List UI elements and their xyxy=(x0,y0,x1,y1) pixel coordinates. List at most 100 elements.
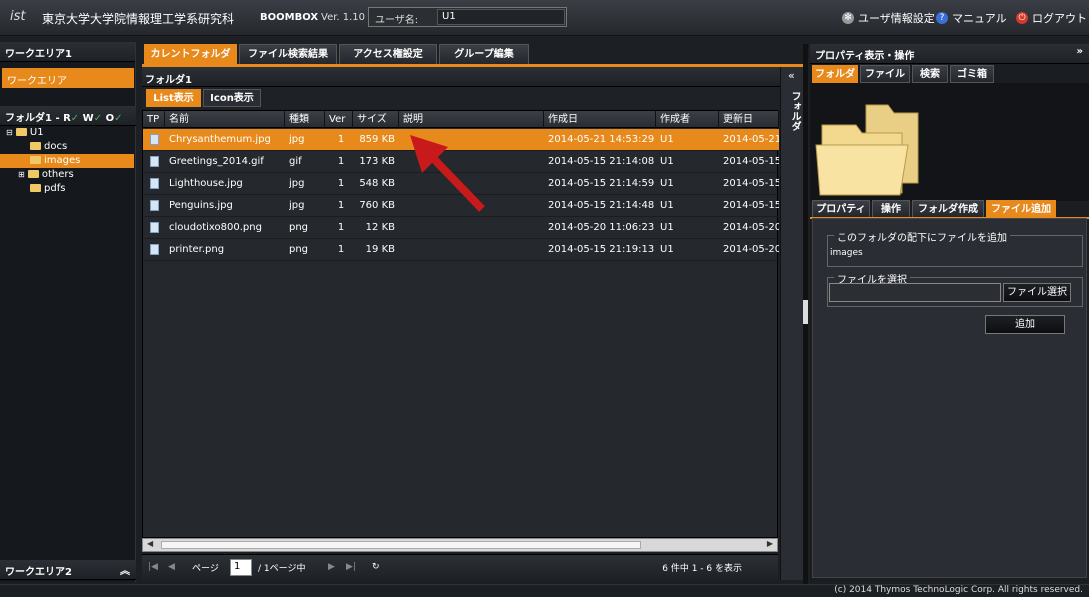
tab-trash[interactable]: ゴミ箱 xyxy=(950,65,994,83)
tree-item-docs[interactable]: docs xyxy=(0,140,134,154)
user-label: ユーザ名: xyxy=(375,15,419,26)
table-row[interactable]: printer.png png 1 19 KB 2014-05-15 21:19:13 U… xyxy=(143,239,779,261)
cell-created: 2014-05-15 21:14:08 xyxy=(548,156,655,167)
cell-name: Penguins.jpg xyxy=(169,200,233,211)
vertical-folder-label: フォルダ xyxy=(789,91,800,131)
cell-name: Chrysanthemum.jpg xyxy=(169,134,271,145)
collapse-right-icon[interactable]: » xyxy=(1077,46,1083,57)
copyright: (c) 2014 Thymos TechnoLogic Corp. All ri… xyxy=(834,585,1083,595)
tab-operations[interactable]: 操作 xyxy=(872,200,910,218)
tree-item-label: others xyxy=(41,169,74,180)
next-page-icon[interactable]: ▶ xyxy=(328,562,335,572)
tab-folder[interactable]: フォルダ xyxy=(812,65,858,83)
folder-title: フォルダ1 xyxy=(145,75,192,86)
user-name-field: U1 xyxy=(437,9,565,25)
col-tp[interactable]: TP xyxy=(143,111,165,128)
page-label: ページ xyxy=(192,564,219,574)
tab-access-rights[interactable]: アクセス権設定 xyxy=(339,44,437,64)
logout-label: ログアウト xyxy=(1032,12,1087,25)
collapse-icon[interactable]: ⊟ xyxy=(6,128,13,137)
scroll-right-icon[interactable]: ▶ xyxy=(767,539,773,548)
cell-updated: 2014-05-21 1 xyxy=(723,134,779,145)
cell-ver: 1 xyxy=(337,134,345,145)
first-page-icon[interactable]: |◀ xyxy=(148,562,158,572)
folder-preview xyxy=(810,83,1089,201)
folder-icon xyxy=(15,128,27,136)
tab-create-folder[interactable]: フォルダ作成 xyxy=(912,200,984,218)
scroll-thumb[interactable] xyxy=(161,541,641,549)
folder-panel: フォルダ1 - R✓ W✓ O✓ ⊟ U1 docs images ⊞ othe… xyxy=(0,106,136,194)
tab-add-file[interactable]: ファイル追加 xyxy=(986,200,1056,218)
tab-file-search[interactable]: ファイル検索結果 xyxy=(239,44,337,64)
col-updated[interactable]: 更新日 xyxy=(719,111,779,128)
manual-link[interactable]: ? マニュアル xyxy=(936,10,1007,26)
pager: |◀ ◀ ページ 1 / 1ページ中 ▶ ▶| ↻ 6 件中 1 - 6 を表示 xyxy=(142,554,778,580)
cell-size: 859 KB xyxy=(359,134,395,145)
collapse-left-icon[interactable]: « xyxy=(788,69,795,82)
right-panel-title: プロパティ表示・操作 » xyxy=(810,44,1089,64)
splitter-grip[interactable] xyxy=(803,300,808,324)
cell-created: 2014-05-15 21:14:48 xyxy=(548,200,655,211)
tab-list-view[interactable]: List表示 xyxy=(146,89,201,107)
last-page-icon[interactable]: ▶| xyxy=(346,562,356,572)
file-select-button[interactable]: ファイル選択 xyxy=(1003,283,1071,302)
cell-created: 2014-05-15 21:19:13 xyxy=(548,244,655,255)
cell-name: cloudotixo800.png xyxy=(169,222,262,233)
table-row[interactable]: cloudotixo800.png png 1 12 KB 2014-05-20 11:… xyxy=(143,217,779,239)
file-icon xyxy=(150,222,159,233)
file-path-input[interactable] xyxy=(829,283,1001,302)
expand-icon[interactable]: ⊞ xyxy=(18,170,25,179)
cell-type: jpg xyxy=(289,134,305,145)
tab-group-edit[interactable]: グループ編集 xyxy=(439,44,529,64)
target-folder-fieldset: このフォルダの配下にファイルを追加 images xyxy=(827,229,1083,267)
page-input[interactable]: 1 xyxy=(230,559,252,576)
cell-size: 173 KB xyxy=(359,156,395,167)
tree-item-others[interactable]: ⊞ others xyxy=(0,168,134,182)
large-folder-icon xyxy=(815,104,919,196)
scroll-left-icon[interactable]: ◀ xyxy=(147,539,153,548)
tree-item-images[interactable]: images xyxy=(0,154,134,168)
file-icon xyxy=(150,156,159,167)
cell-type: png xyxy=(289,222,309,233)
workarea2-title: ワークエリア2 ︽ xyxy=(0,560,136,580)
workarea-item[interactable]: ワークエリア xyxy=(2,68,134,88)
tab-file[interactable]: ファイル xyxy=(860,65,910,83)
col-desc[interactable]: 説明 xyxy=(399,111,544,128)
cell-ver: 1 xyxy=(337,222,345,233)
check-icon: ✓ xyxy=(114,113,123,124)
cell-updated: 2014-05-15 2 xyxy=(723,200,779,211)
col-name[interactable]: 名前 xyxy=(165,111,285,128)
horizontal-scrollbar[interactable]: ◀ ▶ xyxy=(142,538,778,552)
user-settings-link[interactable]: ✻ ユーザ情報設定 xyxy=(842,10,935,26)
gear-icon: ✻ xyxy=(842,12,854,24)
tree-item-pdfs[interactable]: pdfs xyxy=(0,182,134,196)
tree-item-u1[interactable]: ⊟ U1 xyxy=(0,126,134,140)
logout-link[interactable]: ⏻ ログアウト xyxy=(1016,10,1087,26)
red-arrow-annotation xyxy=(410,135,485,212)
cell-ver: 1 xyxy=(337,200,345,211)
tab-properties[interactable]: プロパティ xyxy=(812,200,870,218)
col-ver[interactable]: Ver xyxy=(325,111,353,128)
collapse-up-icon[interactable]: ︽ xyxy=(120,562,130,577)
folder-icon xyxy=(27,170,39,178)
add-button[interactable]: 追加 xyxy=(985,315,1065,334)
tab-search[interactable]: 検索 xyxy=(912,65,948,83)
cell-size: 19 KB xyxy=(365,244,395,255)
refresh-icon[interactable]: ↻ xyxy=(372,562,380,572)
col-type[interactable]: 種類 xyxy=(285,111,325,128)
col-size[interactable]: サイズ xyxy=(353,111,399,128)
workarea1-title: ワークエリア1 xyxy=(0,42,135,62)
folder-header: フォルダ1 xyxy=(142,67,780,87)
cell-name: printer.png xyxy=(169,244,225,255)
cell-updated: 2014-05-15 2 xyxy=(723,156,779,167)
prev-page-icon[interactable]: ◀ xyxy=(168,562,175,572)
tab-icon-view[interactable]: Icon表示 xyxy=(203,89,261,107)
col-created[interactable]: 作成日 xyxy=(544,111,656,128)
perm-w: W xyxy=(82,113,94,124)
cell-ver: 1 xyxy=(337,178,345,189)
cell-updated: 2014-05-15 2 xyxy=(723,178,779,189)
footer: (c) 2014 Thymos TechnoLogic Corp. All ri… xyxy=(0,584,1089,597)
file-icon xyxy=(150,200,159,211)
col-author[interactable]: 作成者 xyxy=(656,111,719,128)
tab-current-folder[interactable]: カレントフォルダ xyxy=(144,44,237,64)
